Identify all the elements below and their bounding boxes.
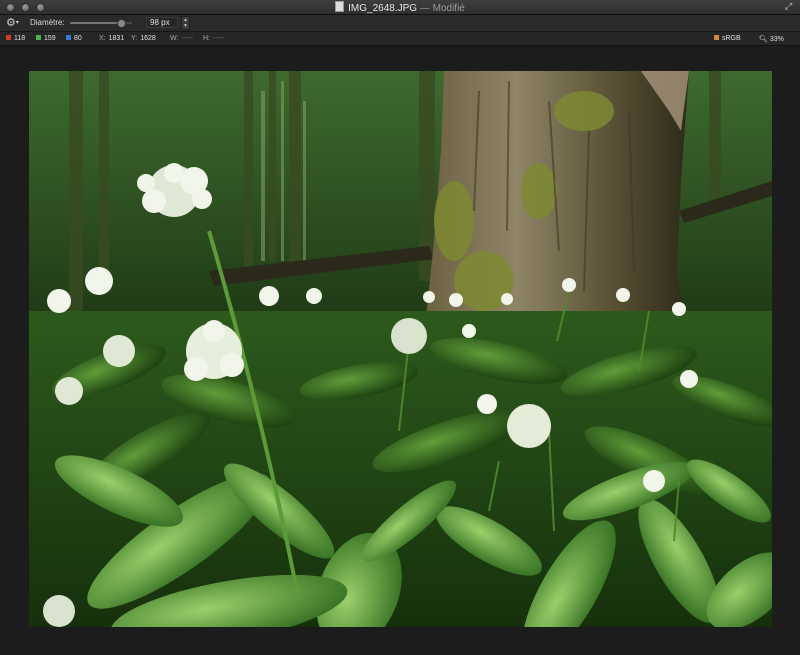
y-label: Y:	[131, 35, 138, 42]
y-readout: Y: 1628	[131, 35, 156, 42]
toolbar: ⚙▾ Diamètre: 98 px ▲ ▼	[0, 15, 800, 32]
x-label: X:	[99, 35, 106, 42]
width-label: W:	[170, 35, 179, 42]
photo[interactable]	[29, 71, 772, 627]
info-bar: 118 159 80 X: 1831 Y: 1628 W: ----- H: -----…	[0, 32, 800, 46]
title-bar: IMG_2648.JPG — Modifié ⤢	[0, 0, 800, 15]
blue-channel-icon	[66, 35, 71, 40]
diameter-label: Diamètre:	[30, 18, 65, 27]
diameter-slider[interactable]	[70, 19, 132, 28]
blue-value: 80	[74, 35, 82, 42]
y-value: 1628	[140, 35, 156, 42]
file-name: IMG_2648.JPG	[348, 3, 418, 14]
red-readout: 118	[6, 35, 25, 42]
width-value: -----	[181, 35, 194, 42]
height-readout: H: -----	[203, 35, 225, 42]
gear-icon[interactable]: ⚙▾	[6, 16, 19, 29]
x-readout: X: 1831	[99, 35, 124, 42]
color-profile-label: sRGB	[722, 35, 741, 42]
red-channel-icon	[6, 35, 11, 40]
fullscreen-icon[interactable]: ⤢	[785, 2, 794, 11]
green-channel-icon	[36, 35, 41, 40]
zoom-value: 33%	[769, 36, 784, 43]
width-readout: W: -----	[170, 35, 193, 42]
diameter-slider-fill	[70, 22, 121, 24]
green-readout: 159	[36, 35, 56, 42]
diameter-slider-knob[interactable]	[116, 19, 126, 28]
modified-label: — Modifié	[419, 3, 465, 14]
diameter-stepper[interactable]: ▲ ▼	[181, 16, 190, 30]
image-canvas[interactable]	[0, 46, 800, 655]
document-icon	[335, 1, 345, 12]
green-value: 159	[44, 35, 56, 42]
photo-image	[29, 71, 772, 627]
x-value: 1831	[108, 35, 125, 42]
srgb-icon	[714, 35, 719, 40]
blue-readout: 80	[66, 35, 82, 42]
zoom-icon: 🔍︎	[759, 36, 768, 43]
height-label: H:	[203, 35, 210, 42]
color-profile[interactable]: sRGB	[714, 35, 741, 42]
diameter-value-field[interactable]: 98 px	[146, 17, 178, 28]
zoom-control[interactable]: 🔍︎ 33%	[759, 35, 784, 43]
window-title: IMG_2648.JPG — Modifié	[0, 1, 800, 14]
image-editor-window: IMG_2648.JPG — Modifié ⤢ ⚙▾ Diamètre: 98…	[0, 0, 800, 655]
height-value: -----	[213, 35, 225, 42]
red-value: 118	[14, 35, 26, 42]
